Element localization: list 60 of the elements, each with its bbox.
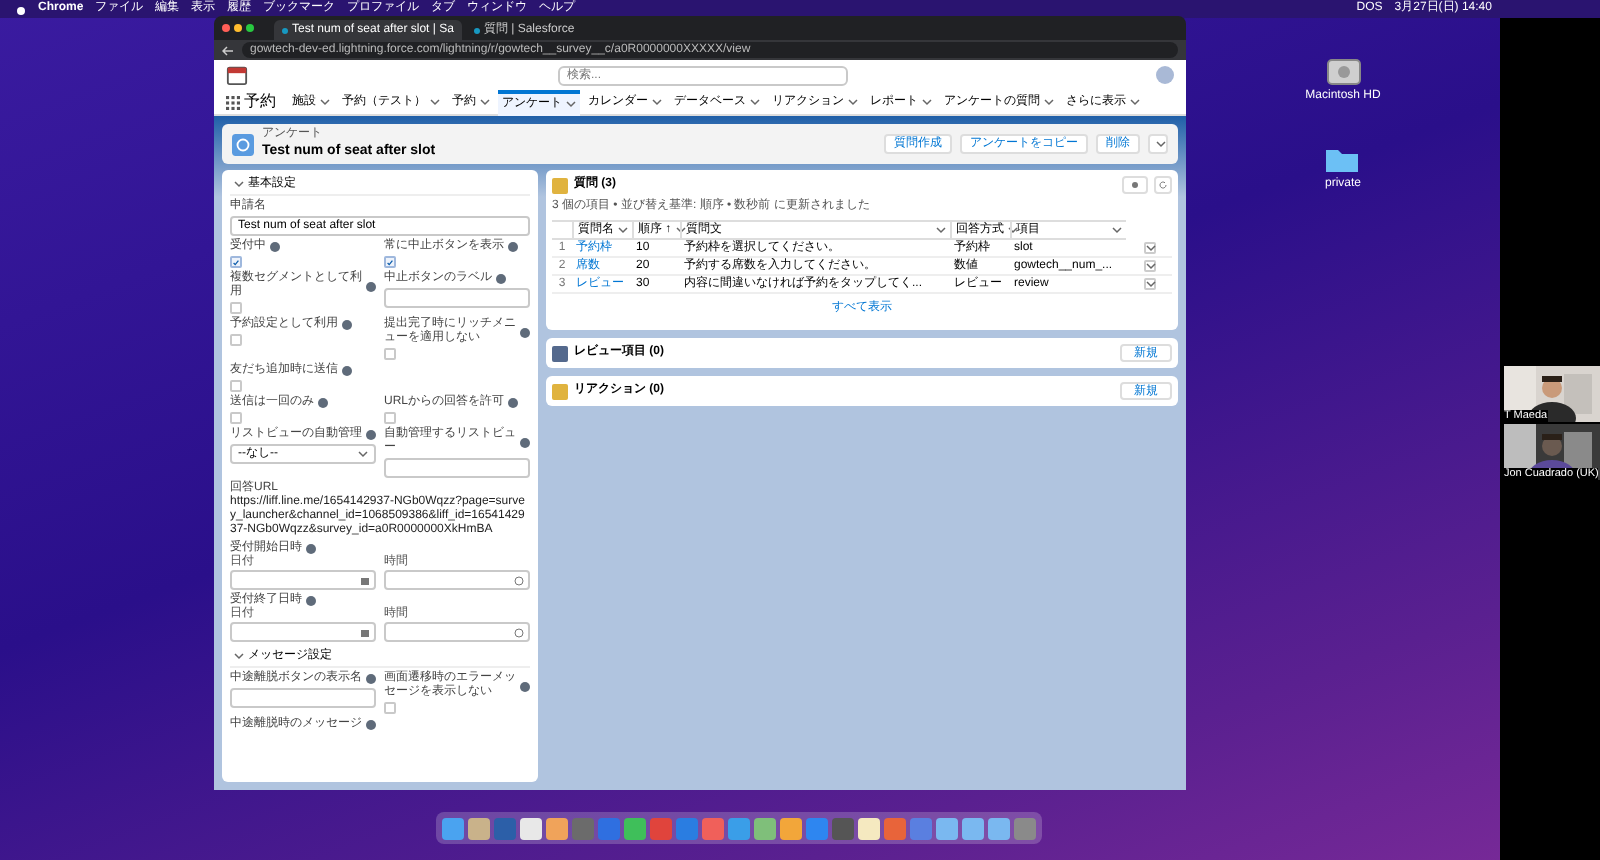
calendar-icon [360,575,370,585]
app-icon[interactable] [442,817,464,839]
caret-icon [320,98,330,106]
date-field[interactable] [230,570,376,590]
app-icon[interactable] [728,817,750,839]
time-field[interactable] [384,570,530,590]
input-field[interactable] [230,688,376,708]
caret-icon [1130,98,1140,106]
caret-icon [848,98,858,106]
row-menu-button[interactable] [1143,260,1155,272]
app-icon[interactable] [624,817,646,839]
app-launcher-icon[interactable] [226,95,240,109]
caret-icon [750,98,760,106]
avatar-icon[interactable] [1156,66,1174,84]
refresh-icon [1158,180,1168,190]
app-icon[interactable] [754,817,776,839]
caret-icon [936,226,946,234]
row-menu-button[interactable] [1143,278,1155,290]
app-icon[interactable] [468,817,490,839]
app-icon[interactable] [780,817,802,839]
app-icon[interactable] [546,817,568,839]
folder-icon[interactable] [1324,146,1361,174]
time-field[interactable] [384,622,530,642]
caret-icon [430,98,440,106]
back-icon[interactable] [222,45,234,55]
checkbox[interactable] [384,256,396,268]
apple-icon[interactable] [16,3,26,15]
app-icon[interactable] [988,817,1010,839]
checkbox[interactable] [230,256,242,268]
caret-icon [1112,226,1122,234]
caret-icon [1044,98,1054,106]
caret-icon [566,100,576,108]
caret-icon [618,226,628,234]
app-icon[interactable] [858,817,880,839]
app-icon[interactable] [936,817,958,839]
caret-icon [1008,226,1018,234]
caret-icon [1155,140,1165,148]
clock-icon [514,575,524,585]
caret-icon [234,180,244,188]
clock-icon [514,627,524,637]
app-icon[interactable] [962,817,984,839]
caret-icon [675,226,686,234]
row-menu-button[interactable] [1143,242,1155,254]
caret-icon [922,98,932,106]
caret-icon [652,98,662,106]
settings-button[interactable] [1122,176,1148,194]
input-field[interactable] [384,458,530,478]
input-field[interactable] [384,288,530,308]
calendar-icon [360,627,370,637]
question-icon [552,177,568,193]
more-button[interactable] [1148,134,1168,154]
date-field[interactable] [230,622,376,642]
refresh-button[interactable] [1154,176,1172,194]
app-icon[interactable] [520,817,542,839]
record-icon [232,133,254,155]
caret-icon [358,450,368,458]
caret-icon [480,98,490,106]
app-name: 予約 [244,90,276,114]
caret-icon [234,652,244,660]
gear-icon [1130,180,1140,190]
